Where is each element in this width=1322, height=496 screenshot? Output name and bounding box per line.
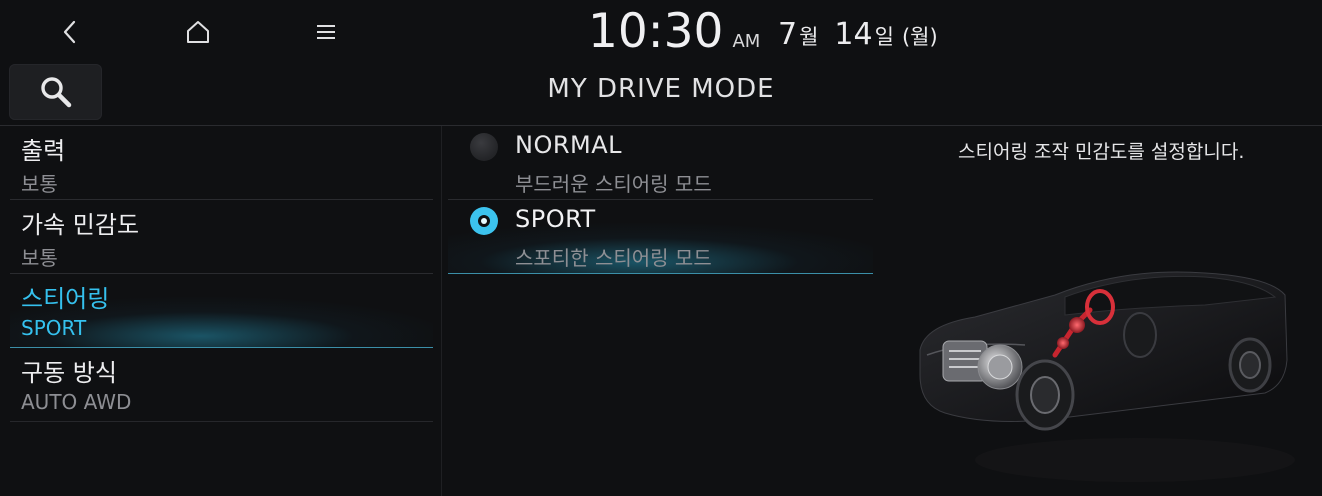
settings-list: 출력 보통 가속 민감도 보통 스티어링 SPORT 구동 방식 AUTO AW… — [10, 126, 433, 422]
date-month-unit: 월 — [799, 25, 819, 49]
setting-drive-type[interactable]: 구동 방식 AUTO AWD — [10, 348, 433, 422]
option-normal[interactable]: NORMAL 부드러운 스티어링 모드 — [448, 126, 873, 200]
date-month: 7 — [778, 17, 798, 52]
column-divider — [441, 126, 442, 496]
date-weekday: (월) — [901, 25, 938, 49]
option-sport[interactable]: SPORT 스포티한 스티어링 모드 — [448, 200, 873, 274]
steering-options: NORMAL 부드러운 스티어링 모드 SPORT 스포티한 스티어링 모드 — [448, 126, 873, 274]
date-day-unit: 일 — [874, 25, 894, 49]
clock[interactable]: 10:30 AM — [588, 4, 760, 59]
back-button[interactable] — [40, 10, 100, 54]
chevron-left-icon — [63, 20, 76, 44]
option-description: 부드러운 스티어링 모드 — [515, 172, 712, 196]
setting-value: AUTO AWD — [21, 390, 132, 414]
setting-steering[interactable]: 스티어링 SPORT — [10, 274, 433, 348]
car-steering-illustration — [919, 271, 1295, 482]
menu-button[interactable] — [296, 10, 356, 54]
clock-time: 10:30 — [588, 4, 724, 59]
radio-unselected-icon[interactable] — [470, 133, 498, 161]
date[interactable]: 7 월 14 일 (월) — [778, 17, 938, 52]
setting-power[interactable]: 출력 보통 — [10, 126, 433, 200]
setting-value: 보통 — [21, 172, 58, 196]
setting-description: 스티어링 조작 민감도를 설정합니다. — [958, 141, 1245, 163]
clock-ampm: AM — [732, 31, 761, 52]
setting-value: SPORT — [21, 316, 87, 340]
radio-selected-icon[interactable] — [470, 207, 498, 235]
option-label: NORMAL — [515, 131, 623, 159]
setting-acceleration-sensitivity[interactable]: 가속 민감도 보통 — [10, 200, 433, 274]
date-day: 14 — [834, 17, 873, 52]
setting-label: 구동 방식 — [21, 359, 117, 387]
hamburger-menu-icon — [317, 25, 335, 39]
setting-label: 출력 — [21, 137, 66, 165]
home-icon — [187, 21, 209, 43]
setting-label: 가속 민감도 — [21, 211, 140, 239]
status-bar: 10:30 AM 7 월 14 일 (월) — [0, 0, 1322, 62]
setting-label: 스티어링 — [21, 285, 110, 313]
setting-value: 보통 — [21, 246, 58, 270]
page-title: MY DRIVE MODE — [547, 74, 775, 104]
home-button[interactable] — [168, 10, 228, 54]
option-description: 스포티한 스티어링 모드 — [515, 246, 712, 270]
option-label: SPORT — [515, 205, 596, 233]
